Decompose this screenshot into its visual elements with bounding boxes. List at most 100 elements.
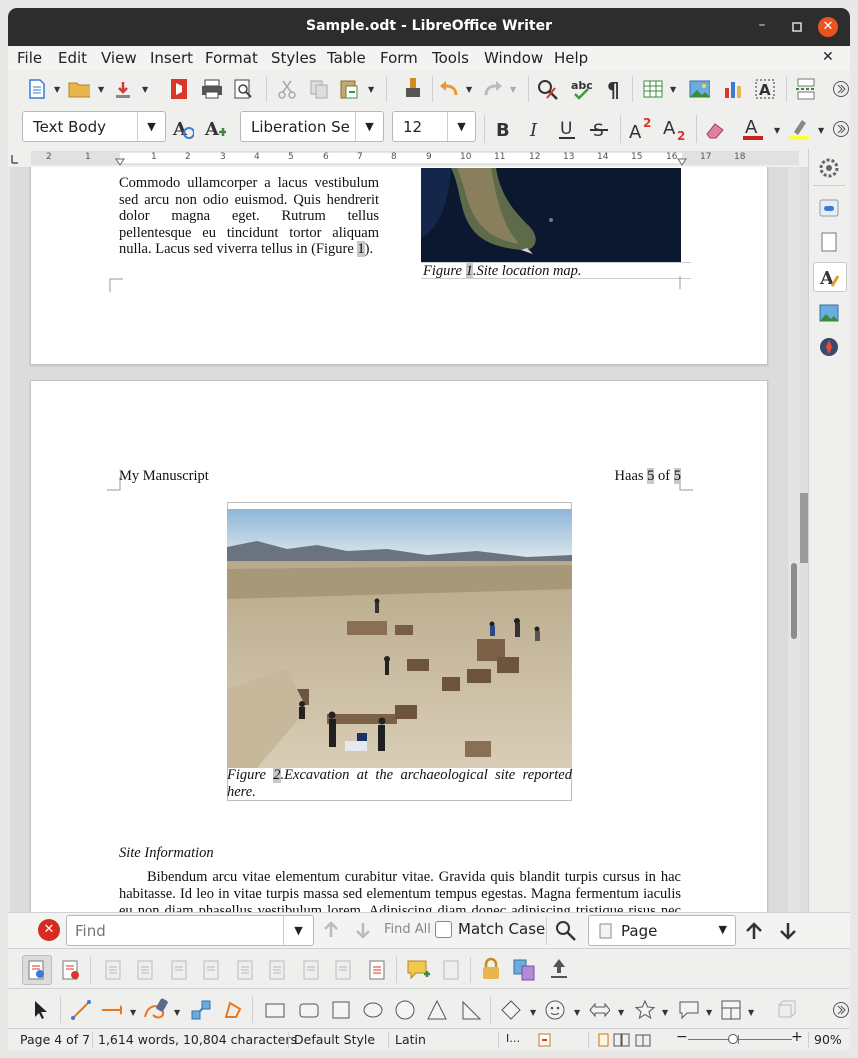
block-arrows-dropdown-icon[interactable]: ▼ [618, 1009, 626, 1017]
menu-tools[interactable]: Tools [432, 49, 469, 67]
figure-1-number-field[interactable]: 1 [465, 263, 473, 279]
callouts-dropdown-icon[interactable]: ▼ [706, 1009, 714, 1017]
undo-icon[interactable] [438, 78, 460, 100]
open-folder-icon[interactable] [68, 78, 90, 100]
select-pointer-icon[interactable] [30, 999, 52, 1021]
word-count-status[interactable]: 1,614 words, 10,804 characters [98, 1032, 297, 1047]
navigator-icon[interactable] [818, 336, 840, 358]
reject-all-tracked-icon[interactable] [332, 959, 354, 981]
reject-all-icon[interactable] [266, 959, 288, 981]
section-paragraph[interactable]: Bibendum arcu vitae elementum curabitur … [119, 869, 681, 912]
flowchart-icon[interactable] [720, 999, 742, 1021]
chevron-down-icon[interactable]: ▼ [447, 112, 475, 141]
font-name-combo[interactable]: Liberation Se ▼ [240, 111, 384, 142]
save-icon[interactable] [112, 78, 134, 100]
find-up-arrow-icon[interactable] [744, 921, 764, 941]
match-case-checkbox[interactable] [435, 921, 452, 938]
close-find-bar-icon[interactable]: ✕ [38, 919, 60, 941]
sidebar-splitter[interactable] [800, 167, 808, 912]
zoom-level[interactable]: 90% [814, 1032, 842, 1047]
more-options-icon[interactable] [832, 80, 850, 98]
sidebar-handle[interactable] [800, 493, 808, 563]
copy-icon[interactable] [308, 78, 330, 100]
triangle-icon[interactable] [426, 999, 448, 1021]
table-dropdown-icon[interactable]: ▼ [670, 86, 678, 94]
right-triangle-icon[interactable] [460, 999, 482, 1021]
sidebar-settings-gear-icon[interactable] [818, 157, 840, 179]
header-left[interactable]: My Manuscript [119, 468, 209, 485]
highlight-dropdown-icon[interactable]: ▼ [818, 127, 826, 135]
insert-chart-icon[interactable] [722, 78, 744, 100]
insert-mode-icon[interactable]: I… [506, 1032, 520, 1045]
ellipse-icon[interactable] [362, 999, 384, 1021]
document-canvas[interactable]: Commodo ullamcorper a lacus vestibulum s… [10, 167, 788, 912]
spelling-icon[interactable]: abc [570, 78, 592, 100]
minimize-icon[interactable]: – [753, 16, 771, 34]
language-status[interactable]: Latin [395, 1032, 426, 1047]
menu-styles[interactable]: Styles [271, 49, 317, 67]
symbol-shapes-icon[interactable] [544, 999, 566, 1021]
subscript-icon[interactable]: A2 [662, 115, 688, 141]
zoom-slider-track[interactable] [688, 1039, 792, 1040]
site-location-map-image[interactable] [421, 168, 681, 262]
reject-change-icon[interactable] [200, 959, 222, 981]
excavation-photo-image[interactable] [227, 509, 572, 768]
figure-ref-field[interactable]: 1 [357, 241, 365, 258]
connector-icon[interactable] [190, 999, 212, 1021]
zoom-in-icon[interactable]: + [791, 1029, 803, 1045]
font-color-dropdown-icon[interactable]: ▼ [774, 127, 782, 135]
zoom-out-icon[interactable]: − [676, 1029, 688, 1045]
find-text-field[interactable] [75, 921, 275, 941]
cut-icon[interactable] [276, 78, 298, 100]
insert-table-icon[interactable] [642, 78, 664, 100]
paste-icon[interactable] [338, 78, 360, 100]
flowchart-dropdown-icon[interactable]: ▼ [748, 1009, 756, 1017]
basic-shapes-icon[interactable] [500, 999, 522, 1021]
save-dropdown-icon[interactable]: ▼ [142, 86, 150, 94]
maximize-icon[interactable] [788, 18, 806, 36]
document-modified-icon[interactable] [538, 1033, 552, 1047]
next-change-icon[interactable] [134, 959, 156, 981]
menu-file[interactable]: File [17, 49, 42, 67]
insert-textbox-icon[interactable]: A [754, 78, 776, 100]
paragraph-style-combo[interactable]: Text Body ▼ [22, 111, 166, 142]
chevron-down-icon[interactable]: ▼ [719, 923, 727, 936]
page-style-status[interactable]: Default Style [294, 1032, 375, 1047]
section-heading[interactable]: Site Information [119, 845, 214, 862]
zoom-slider-thumb[interactable] [728, 1034, 738, 1044]
gallery-icon[interactable] [818, 302, 840, 324]
new-style-icon[interactable]: A [204, 117, 226, 139]
record-changes-icon[interactable] [60, 959, 82, 981]
find-input[interactable]: ▼ [66, 915, 314, 946]
header-right[interactable]: Haas 5 of 5 [615, 468, 681, 485]
toggle-extrusion-icon[interactable] [776, 999, 798, 1021]
curve-icon[interactable] [142, 997, 170, 1023]
clone-formatting-icon[interactable] [402, 76, 424, 98]
font-color-icon[interactable]: A [740, 116, 770, 142]
print-preview-icon[interactable] [232, 78, 254, 100]
accept-change-icon[interactable] [168, 959, 190, 981]
insert-image-icon[interactable] [688, 78, 710, 100]
circle-icon[interactable] [394, 999, 416, 1021]
track-changes-stack-icon[interactable] [548, 957, 570, 979]
rounded-rectangle-icon[interactable] [298, 999, 320, 1021]
undo-dropdown-icon[interactable]: ▼ [466, 86, 474, 94]
accept-all-icon[interactable] [234, 959, 256, 981]
find-previous-icon[interactable] [322, 921, 340, 939]
line-icon[interactable] [70, 999, 92, 1021]
redo-icon[interactable] [482, 78, 504, 100]
compare-document-icon[interactable] [440, 959, 462, 981]
page-count-field[interactable]: 5 [673, 468, 681, 484]
redo-dropdown-icon[interactable]: ▼ [510, 86, 518, 94]
symbol-shapes-dropdown-icon[interactable]: ▼ [574, 1009, 582, 1017]
page-icon[interactable] [818, 231, 840, 253]
new-document-icon[interactable] [26, 78, 48, 100]
manage-changes-icon[interactable] [366, 959, 388, 981]
close-icon[interactable]: ✕ [818, 17, 838, 37]
view-layout-icons[interactable] [598, 1033, 654, 1047]
menu-view[interactable]: View [101, 49, 137, 67]
chevron-down-icon[interactable]: ▼ [283, 916, 313, 945]
rectangle-icon[interactable] [264, 999, 286, 1021]
stars-dropdown-icon[interactable]: ▼ [662, 1009, 670, 1017]
clear-formatting-icon[interactable] [704, 118, 726, 140]
